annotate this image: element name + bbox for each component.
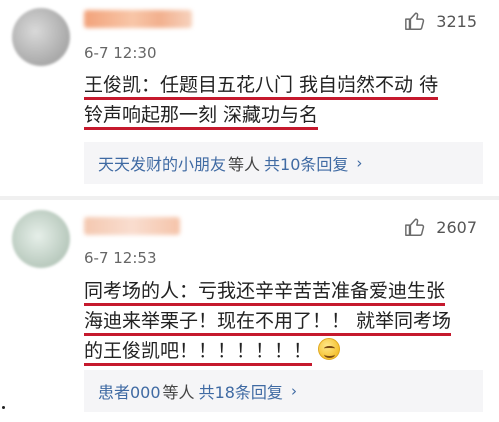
like-count: 2607: [436, 217, 477, 237]
replies-link[interactable]: 天天发财的小朋友 等人 共10条回复 ›: [84, 142, 483, 184]
reply-suffix: 等人: [228, 155, 261, 174]
stray-dot: [2, 406, 5, 409]
comment-text-line: 铃声响起那一刻 深藏功与名: [84, 104, 319, 130]
comment-time: 6-7 12:30: [84, 44, 157, 62]
avatar[interactable]: [12, 8, 70, 66]
username-blurred[interactable]: [84, 217, 180, 235]
comment-text-line: 同考场的人：亏我还辛辛苦苦准备爱迪生张: [84, 280, 446, 306]
username-blurred[interactable]: [84, 10, 192, 28]
chevron-right-icon: ›: [290, 382, 297, 400]
comment-item: 6-7 12:53 2607 同考场的人：亏我还辛辛苦苦准备爱迪生张 海迪来举栗…: [0, 200, 499, 422]
replies-link[interactable]: 患者000 等人 共18条回复 ›: [84, 370, 483, 412]
like-button[interactable]: 2607: [404, 216, 477, 238]
reply-suffix: 等人: [162, 383, 195, 402]
avatar[interactable]: [12, 210, 70, 268]
reply-count: 共10条回复: [264, 155, 349, 174]
reply-user[interactable]: 患者000: [98, 379, 161, 403]
comment-item: 6-7 12:30 3215 王俊凯：任题目五花八门 我自岿然不动 待 铃声响起…: [0, 0, 499, 196]
comment-text-line: 海迪来举栗子！现在不用了！！ 就举同考场: [84, 310, 452, 336]
like-button[interactable]: 3215: [404, 10, 477, 32]
comment-text: 王俊凯：任题目五花八门 我自岿然不动 待 铃声响起那一刻 深藏功与名: [84, 70, 484, 130]
like-count: 3215: [436, 11, 477, 31]
reply-user[interactable]: 天天发财的小朋友: [98, 151, 226, 175]
comment-text: 同考场的人：亏我还辛辛苦苦准备爱迪生张 海迪来举栗子！现在不用了！！ 就举同考场…: [84, 276, 484, 366]
chevron-right-icon: ›: [356, 154, 363, 172]
smile-emoji-icon: [318, 338, 341, 360]
thumbs-up-icon: [405, 218, 425, 236]
reply-count: 共18条回复: [198, 383, 283, 402]
comment-time: 6-7 12:53: [84, 249, 157, 267]
comment-text-line: 王俊凯：任题目五花八门 我自岿然不动 待: [84, 74, 439, 100]
thumbs-up-icon: [405, 12, 425, 30]
comment-text-line: 的王俊凯吧！！！！！！！: [84, 340, 313, 366]
